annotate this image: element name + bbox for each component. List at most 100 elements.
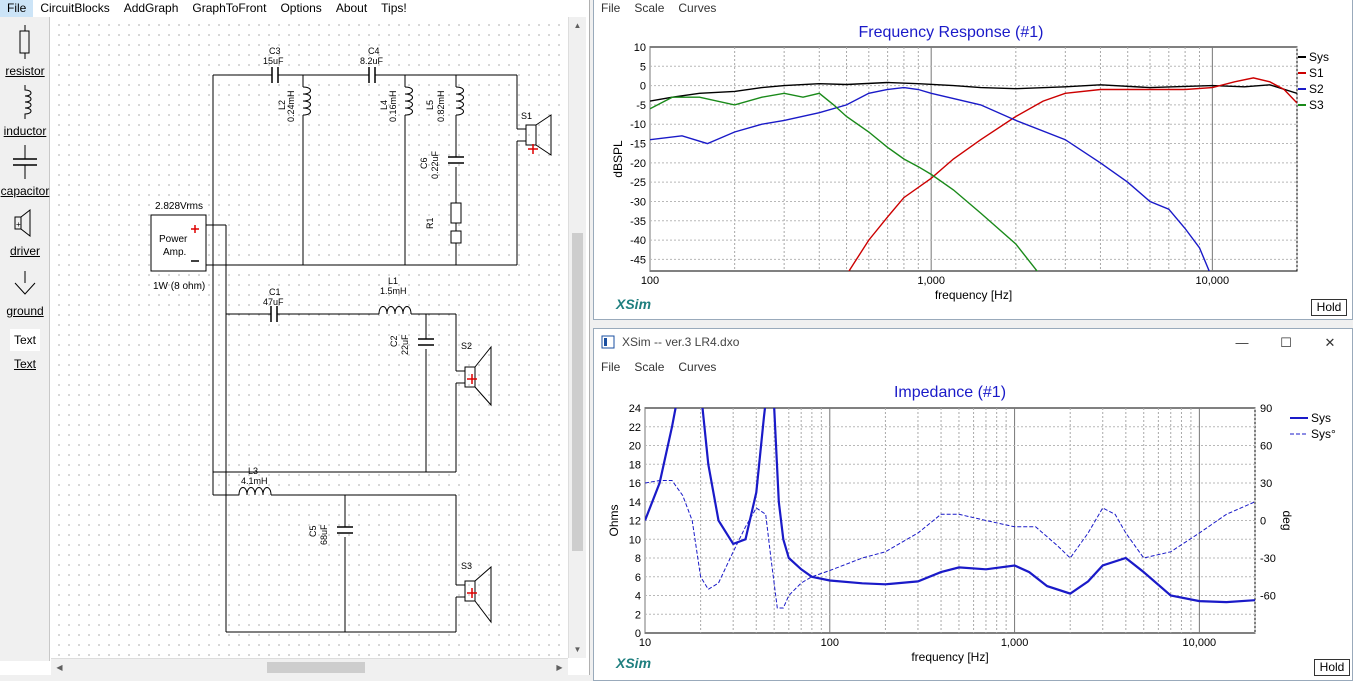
c3-name: C3 [269,46,281,56]
x-tick-label: 1,000 [1001,637,1029,649]
menu-tips[interactable]: Tips! [374,0,414,17]
l5-value: 0.82mH [436,90,446,122]
menu-graphtofront[interactable]: GraphToFront [185,0,273,17]
y-tick-label: 6 [635,572,641,584]
menu-options[interactable]: Options [273,0,328,17]
c1-name: C1 [269,287,281,297]
y-tick-label: -15 [630,139,646,151]
c3-value: 15uF [263,56,284,66]
menu-about[interactable]: About [329,0,374,17]
y2-tick-label: -30 [1260,553,1276,565]
c2-name: C2 [389,335,399,347]
c1-value: 47uF [263,297,284,307]
s1-name: S1 [521,111,532,121]
frequency-response-window: File Scale Curves Frequency Response (#1… [593,0,1353,320]
c6-value: 0.22uF [430,150,440,179]
l4-value: 0.16mH [388,90,398,122]
scroll-right-icon[interactable]: ▶ [551,659,568,676]
l2-value: 0.24mH [286,90,296,122]
amp-voltage: 2.828Vrms [155,201,203,212]
scroll-down-icon[interactable]: ▼ [569,641,586,658]
palette-driver[interactable]: + driver [0,207,50,258]
menu-addgraph[interactable]: AddGraph [117,0,186,17]
vertical-scroll-thumb[interactable] [572,233,583,551]
palette-label: inductor [3,124,47,138]
y2-tick-label: 30 [1260,478,1272,490]
l1-value: 1.5mH [380,286,407,296]
c6-name: C6 [419,157,429,169]
menu-circuitblocks[interactable]: CircuitBlocks [33,0,116,17]
y2-tick-label: 60 [1260,441,1272,453]
y-tick-label: 12 [629,516,641,528]
y-axis-label: Ohms [607,504,621,536]
imp-xsim-logo: XSim [616,655,652,671]
y-tick-label: -10 [630,119,646,131]
y-tick-label: -30 [630,196,646,208]
l3-value: 4.1mH [241,476,268,486]
fr-hold-button[interactable]: Hold [1311,299,1347,316]
palette-label: Text [13,357,36,371]
palette-resistor[interactable]: resistor [0,25,50,78]
scroll-left-icon[interactable]: ◀ [51,659,68,676]
palette-capacitor[interactable]: capacitor [0,145,50,198]
c5-name: C5 [308,525,318,537]
editor-menubar: File CircuitBlocks AddGraph GraphToFront… [0,0,414,17]
palette-label: capacitor [0,184,50,198]
c2-value: 22uF [400,334,410,355]
resistor-icon [19,25,30,59]
legend-label: Sys° [1311,427,1336,441]
inductor-icon [24,85,32,119]
component-palette: resistor inductor capacitor + driver gro… [0,17,50,661]
status-bar [0,675,590,681]
c4-value: 8.2uF [360,56,384,66]
y-tick-label: 4 [635,591,641,603]
y-tick-label: 14 [629,497,641,509]
y2-tick-label: -60 [1260,591,1276,603]
y-tick-label: 0 [640,81,646,93]
y-tick-label: -20 [630,158,646,170]
x-axis-label: frequency [Hz] [911,650,988,664]
l3-name: L3 [248,466,258,476]
y2-axis-label: deg [1280,510,1294,530]
y2-tick-label: 0 [1260,516,1266,528]
y-tick-label: 18 [629,459,641,471]
amp-label-1: Power [159,234,188,245]
horizontal-scroll-thumb[interactable] [267,662,365,673]
x-tick-label: 1,000 [917,275,945,287]
impedance-window: XSim -- ver.3 LR4.dxo — ☐ ✕ File Scale C… [593,328,1353,681]
y-tick-label: 10 [629,534,641,546]
fr-xsim-logo: XSim [616,296,652,312]
schematic-canvas[interactable]: 2.828Vrms Power Amp. 1W (8 ohm) C3 15uF … [51,17,568,658]
y-tick-label: -40 [630,235,646,247]
x-axis-label: frequency [Hz] [935,288,1012,302]
y-axis-label: dBSPL [611,140,625,178]
legend-label: Sys [1311,411,1331,425]
y-tick-label: 24 [629,403,641,415]
palette-inductor[interactable]: inductor [0,85,50,138]
y-tick-label: 8 [635,553,641,565]
legend-label: Sys [1309,50,1329,64]
palette-label: ground [6,304,44,318]
y-tick-label: 10 [634,42,646,54]
c5-value: 68uF [319,524,329,545]
scroll-up-icon[interactable]: ▲ [569,17,586,34]
y-tick-label: -25 [630,177,646,189]
text-icon: Text [10,329,40,351]
y-tick-label: -45 [630,254,646,266]
l1-name: L1 [388,276,398,286]
palette-label: driver [9,244,40,258]
x-tick-label: 100 [641,275,659,287]
horizontal-scrollbar[interactable]: ◀ ▶ [51,658,568,675]
schematic-diagram: 2.828Vrms Power Amp. 1W (8 ohm) C3 15uF … [150,46,552,633]
menu-file[interactable]: File [0,0,34,17]
y-tick-label: 22 [629,422,641,434]
palette-ground[interactable]: ground [0,267,50,318]
y-tick-label: 5 [640,61,646,73]
x-tick-label: 100 [821,637,839,649]
vertical-scrollbar[interactable]: ▲ ▼ [568,17,586,658]
y-tick-label: -5 [636,100,646,112]
imp-hold-button[interactable]: Hold [1314,659,1350,676]
palette-text[interactable]: Text Text [0,329,50,371]
y-tick-label: 2 [635,609,641,621]
svg-text:+: + [16,220,21,229]
